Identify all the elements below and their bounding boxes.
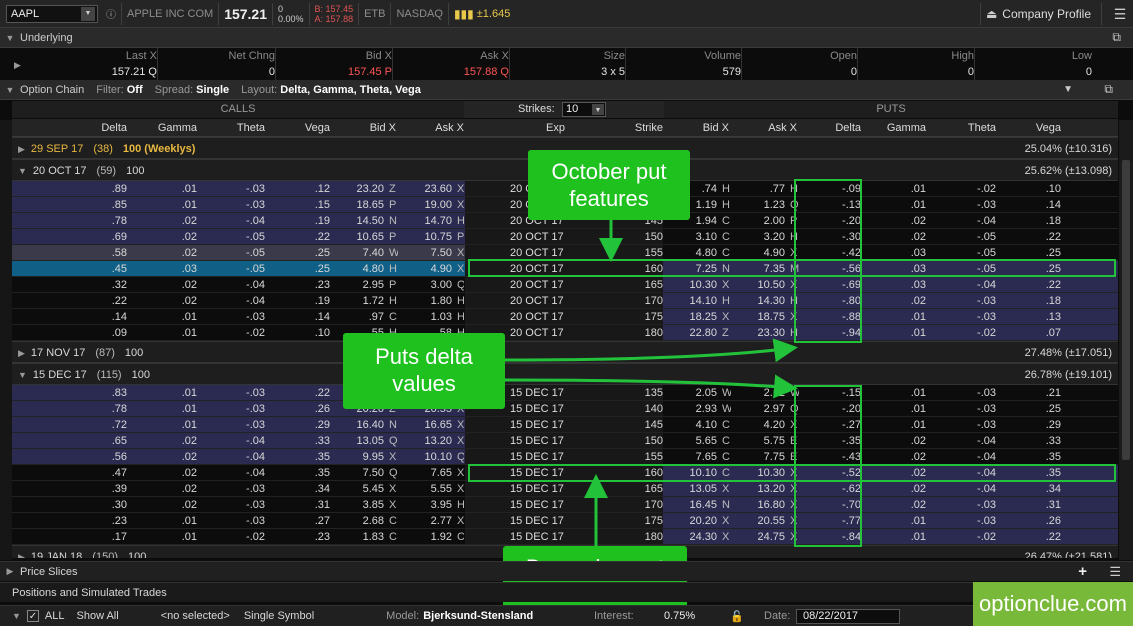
selection-select[interactable]: <no selected> — [161, 610, 230, 622]
date-label: Date: — [764, 610, 791, 622]
watermark-logo: optionclue.com — [973, 582, 1133, 626]
annotation-arrows — [504, 220, 798, 548]
model-label: Model: — [386, 610, 420, 622]
price-slices-label: Price Slices — [20, 565, 78, 578]
chevron-right-icon[interactable]: ▶ — [0, 566, 20, 577]
positions-bar[interactable]: Positions and Simulated Trades — [0, 582, 1133, 602]
callout-delta: Puts delta values — [343, 333, 505, 409]
menu-icon[interactable]: ☰ — [1109, 564, 1121, 580]
positions-label: Positions and Simulated Trades — [12, 586, 167, 599]
lock-icon[interactable]: 🔓 — [730, 610, 744, 623]
add-icon[interactable]: + — [1078, 563, 1087, 580]
all-checkbox[interactable]: ✓ — [26, 610, 39, 622]
status-bar: ▼ ✓ ALL Show All <no selected> Single Sy… — [0, 605, 1133, 626]
interest-label: Interest: — [594, 610, 634, 622]
model-value[interactable]: Bjerksund-Stensland — [423, 610, 533, 622]
all-label: ALL — [44, 610, 65, 622]
price-slices-bar[interactable]: ▶ Price Slices + ☰ — [0, 561, 1133, 581]
arrow-delta-oct — [504, 338, 798, 363]
single-symbol-select[interactable]: Single Symbol — [244, 610, 314, 622]
callout-october: October put features — [528, 150, 690, 220]
interest-value[interactable]: 0.75% — [664, 610, 695, 622]
date-input[interactable]: 08/22/2017 — [796, 609, 900, 624]
show-all-button[interactable]: Show All — [77, 610, 119, 622]
arrow-delta-dec — [504, 374, 798, 399]
chevron-down-icon[interactable]: ▼ — [12, 611, 21, 621]
